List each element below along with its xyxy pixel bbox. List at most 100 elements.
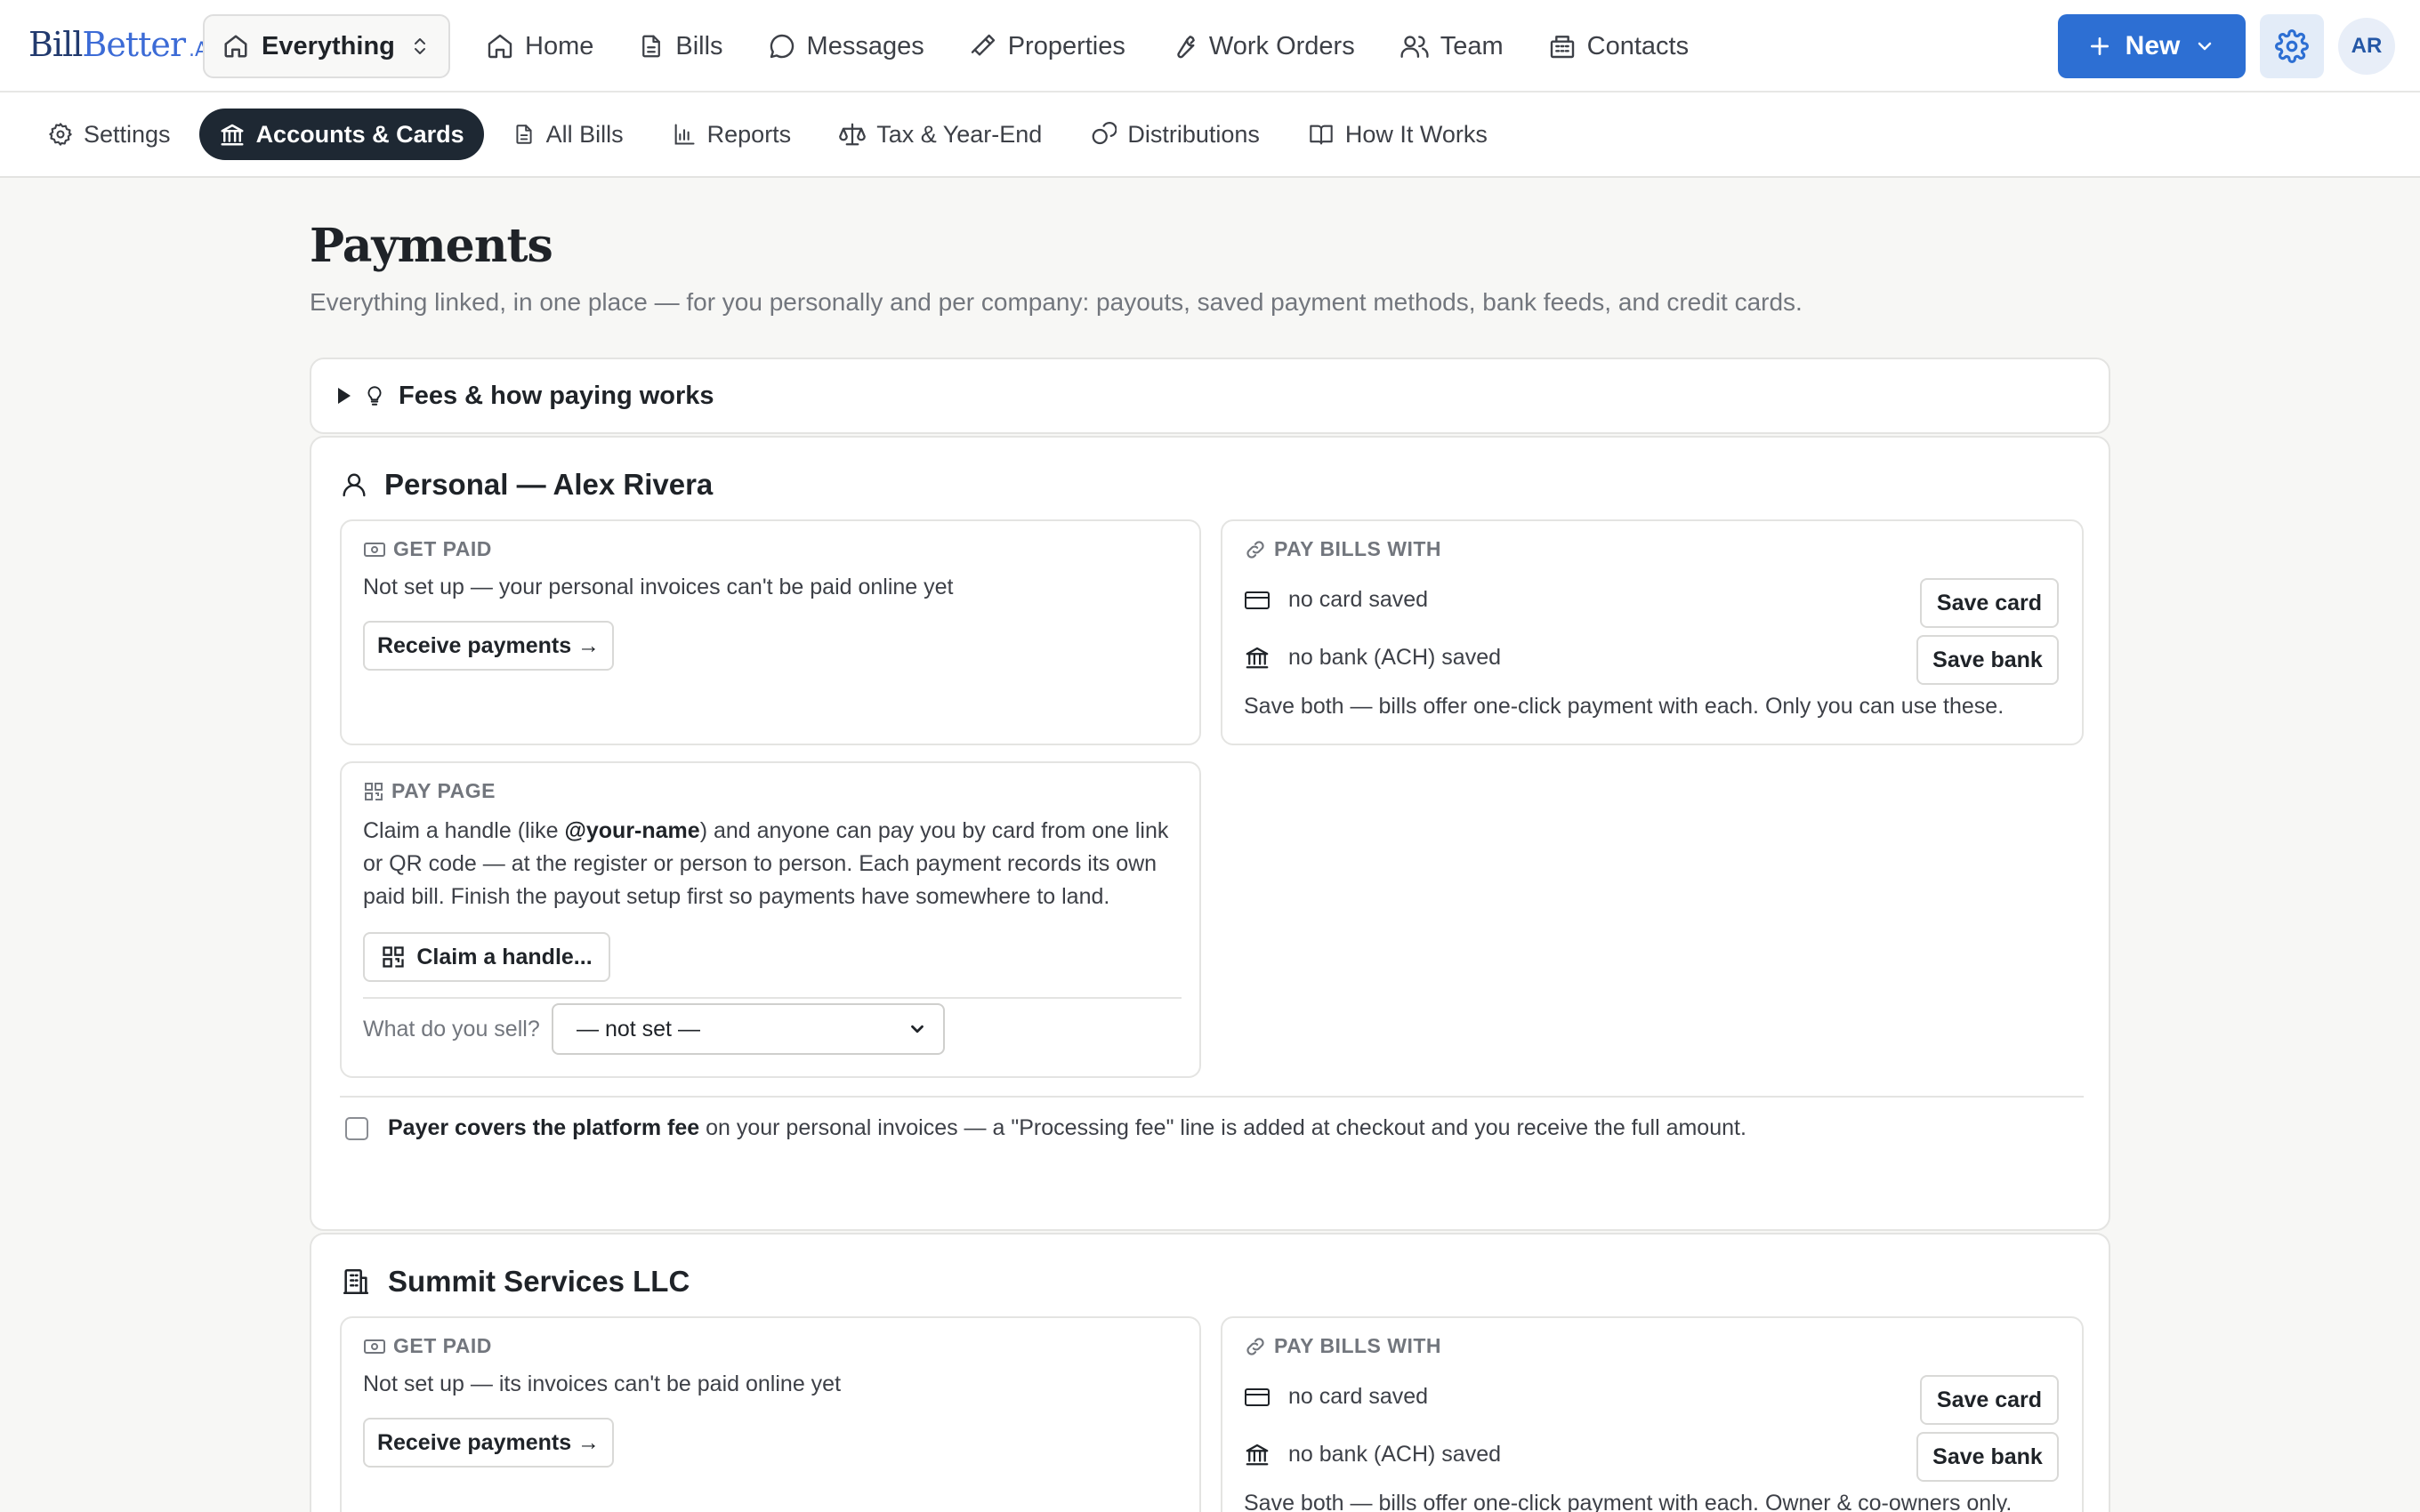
cash-icon bbox=[363, 541, 386, 559]
save-card-button[interactable]: Save card bbox=[1920, 1375, 2059, 1425]
nav-work-orders[interactable]: Work Orders bbox=[1170, 32, 1355, 61]
company-name: Summit Services LLC bbox=[388, 1265, 690, 1298]
subnav-all-bills[interactable]: All Bills bbox=[493, 109, 643, 160]
subnav-distributions-label: Distributions bbox=[1127, 120, 1260, 148]
nav-home-label: Home bbox=[525, 31, 594, 60]
pay-bills-note: Save both — bills offer one-click paymen… bbox=[1244, 1491, 2013, 1512]
personal-section: Personal — Alex Rivera GET PAID Not set … bbox=[310, 436, 2110, 1231]
gear-icon bbox=[48, 122, 73, 147]
personal-divider bbox=[340, 1096, 2084, 1098]
settings-button[interactable] bbox=[2260, 14, 2324, 78]
personal-get-paid-card: GET PAID Not set up — your personal invo… bbox=[340, 519, 1201, 745]
receive-payments-button[interactable]: Receive payments → bbox=[363, 621, 614, 671]
user-avatar[interactable]: AR bbox=[2338, 18, 2395, 75]
subnav-how-it-works-label: How It Works bbox=[1344, 120, 1488, 148]
pay-page-card: PAY PAGE Claim a handle (like @your-name… bbox=[340, 761, 1201, 1078]
bank-method-row: no bank (ACH) saved bbox=[1244, 644, 1501, 671]
receive-payments-button[interactable]: Receive payments → bbox=[363, 1418, 614, 1468]
gear-icon bbox=[2275, 29, 2309, 63]
save-card-button[interactable]: Save card bbox=[1920, 578, 2059, 628]
bank-icon bbox=[1244, 1441, 1270, 1468]
logo-text-better: Better bbox=[82, 25, 186, 64]
company-section: Summit Services LLC GET PAID Not set up … bbox=[310, 1233, 2110, 1512]
card-method-row: no card saved bbox=[1244, 587, 1428, 613]
logo-text-bill: Bill bbox=[28, 25, 83, 64]
pay-page-title: PAY PAGE bbox=[363, 779, 496, 803]
subnav-settings-label: Settings bbox=[84, 120, 171, 148]
building-icon bbox=[340, 1267, 372, 1297]
subnav-settings[interactable]: Settings bbox=[30, 109, 190, 160]
book-icon bbox=[1308, 122, 1335, 147]
pay-bills-title: PAY BILLS WITH bbox=[1244, 537, 1441, 561]
wrench-icon bbox=[1170, 32, 1198, 60]
fees-disclosure[interactable]: Fees & how paying works bbox=[310, 358, 2110, 434]
credit-card-icon bbox=[1244, 590, 1270, 611]
users-icon bbox=[1400, 32, 1430, 60]
qr-code-icon bbox=[381, 945, 406, 969]
sub-nav: Settings Accounts & Cards All Bills Repo… bbox=[0, 92, 2420, 178]
personal-header: Personal — Alex Rivera bbox=[340, 468, 713, 502]
logo[interactable]: Bill Better .AI bbox=[28, 25, 214, 68]
get-paid-status: Not set up — its invoices can't be paid … bbox=[363, 1371, 842, 1396]
new-button-label: New bbox=[2125, 31, 2181, 60]
pay-bills-title-label: PAY BILLS WITH bbox=[1274, 1334, 1442, 1357]
get-paid-title-label: GET PAID bbox=[393, 537, 492, 560]
new-button[interactable]: New bbox=[2058, 14, 2246, 78]
subnav-accounts-cards[interactable]: Accounts & Cards bbox=[198, 109, 484, 160]
nav-team-label: Team bbox=[1440, 31, 1504, 60]
nav-contacts[interactable]: Contacts bbox=[1548, 32, 1689, 61]
bank-method-row: no bank (ACH) saved bbox=[1244, 1441, 1501, 1468]
nav-team[interactable]: Team bbox=[1400, 32, 1504, 61]
claim-handle-button[interactable]: Claim a handle... bbox=[363, 932, 610, 982]
pay-page-description: Claim a handle (like @your-name) and any… bbox=[363, 815, 1182, 913]
plus-icon bbox=[2088, 35, 2111, 58]
company-header: Summit Services LLC bbox=[340, 1265, 690, 1299]
nav-messages[interactable]: Messages bbox=[768, 32, 924, 61]
pay-bills-note: Save both — bills offer one-click paymen… bbox=[1244, 694, 2005, 719]
disclosure-triangle-icon bbox=[338, 388, 351, 404]
document-icon bbox=[512, 121, 536, 148]
what-do-you-sell-label: What do you sell? bbox=[363, 1017, 540, 1042]
subnav-how-it-works[interactable]: How It Works bbox=[1288, 109, 1507, 160]
card-method-row: no card saved bbox=[1244, 1384, 1428, 1410]
nav-properties[interactable]: Properties bbox=[969, 32, 1125, 61]
save-bank-button[interactable]: Save bank bbox=[1916, 635, 2059, 685]
personal-name: Personal — Alex Rivera bbox=[384, 468, 714, 501]
chat-bubble-icon bbox=[768, 32, 796, 60]
nav-work-orders-label: Work Orders bbox=[1208, 31, 1355, 60]
what-do-you-sell-value: — not set — bbox=[577, 1016, 700, 1042]
pay-page-divider bbox=[363, 997, 1182, 999]
fees-disclosure-label: Fees & how paying works bbox=[399, 381, 714, 410]
home-icon bbox=[222, 33, 249, 60]
nav-home[interactable]: Home bbox=[486, 32, 593, 61]
nav-bills[interactable]: Bills bbox=[638, 32, 723, 61]
company-pay-bills-card: PAY BILLS WITH no card saved Save card n… bbox=[1221, 1316, 2084, 1512]
what-do-you-sell-select[interactable]: — not set — bbox=[552, 1003, 945, 1055]
hammer-icon bbox=[969, 32, 997, 60]
pay-bills-title: PAY BILLS WITH bbox=[1244, 1334, 1441, 1358]
page-title: Payments bbox=[310, 219, 553, 273]
save-bank-button[interactable]: Save bank bbox=[1916, 1432, 2059, 1482]
get-paid-title-label: GET PAID bbox=[393, 1334, 492, 1357]
chevron-down-icon bbox=[2194, 36, 2215, 57]
scale-icon bbox=[839, 121, 867, 148]
payer-covers-fee-checkbox[interactable] bbox=[345, 1117, 368, 1140]
top-bar: Bill Better .AI Everything Home Bills Mess… bbox=[0, 0, 2420, 92]
page-subtitle: Everything linked, in one place — for yo… bbox=[310, 288, 1803, 316]
subnav-distributions[interactable]: Distributions bbox=[1070, 109, 1279, 160]
coins-icon bbox=[1090, 121, 1117, 148]
get-paid-title: GET PAID bbox=[363, 537, 492, 561]
personal-pay-bills-card: PAY BILLS WITH no card saved Save card n… bbox=[1221, 519, 2084, 745]
subnav-accounts-cards-label: Accounts & Cards bbox=[255, 120, 464, 148]
bank-icon bbox=[1244, 644, 1270, 671]
subnav-reports-label: Reports bbox=[706, 120, 792, 148]
claim-handle-label: Claim a handle... bbox=[416, 944, 593, 969]
payer-covers-fee-rest: on your personal invoices — a "Processin… bbox=[699, 1115, 1746, 1140]
chevron-down-icon bbox=[908, 1019, 927, 1039]
scope-selector[interactable]: Everything bbox=[203, 14, 450, 78]
home-icon bbox=[486, 32, 514, 60]
subnav-reports[interactable]: Reports bbox=[652, 109, 811, 160]
card-status: no card saved bbox=[1288, 587, 1429, 612]
building-icon bbox=[1548, 32, 1577, 60]
subnav-tax-year-end[interactable]: Tax & Year-End bbox=[819, 109, 1061, 160]
